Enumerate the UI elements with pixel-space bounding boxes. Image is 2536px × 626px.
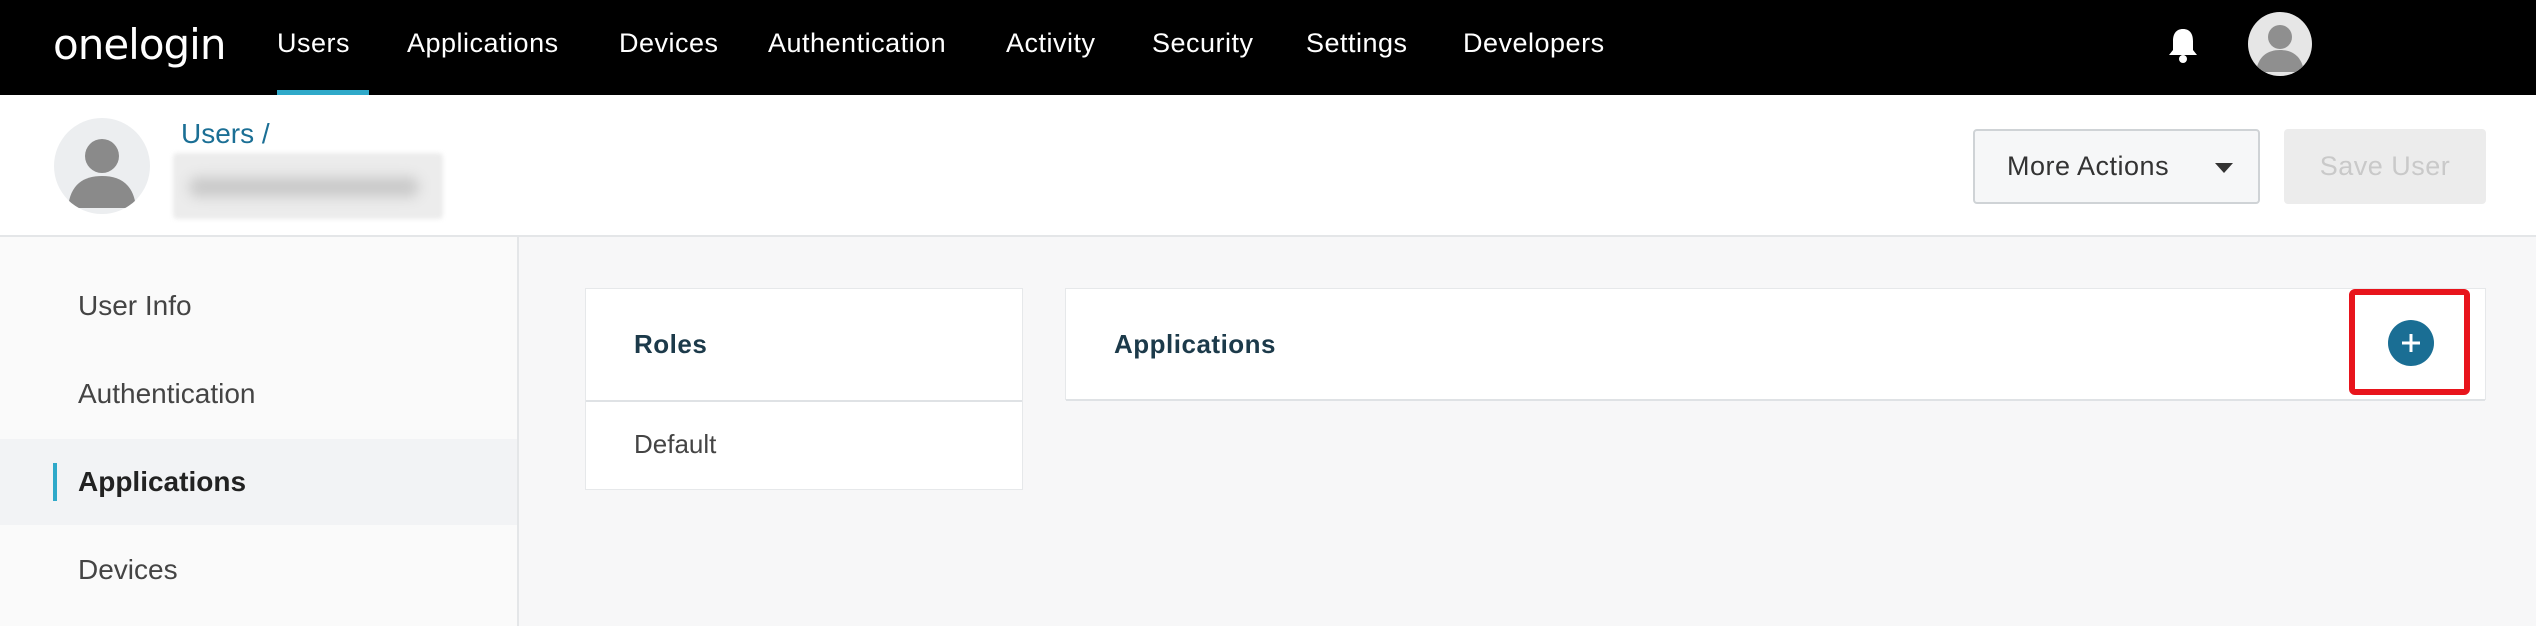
sidebar-item-label: Applications <box>78 466 247 497</box>
onelogin-logo[interactable]: onelogin <box>53 20 226 69</box>
user-sidebar: User Info Authentication Applications De… <box>0 237 519 626</box>
sidebar-item-applications[interactable]: Applications <box>0 439 517 525</box>
sidebar-item-label: User Info <box>78 290 192 321</box>
save-user-button[interactable]: Save User <box>2284 129 2486 204</box>
user-header: Users / More Actions Save User <box>0 95 2536 237</box>
sidebar-item-label: Authentication <box>78 378 256 409</box>
sidebar-item-authentication[interactable]: Authentication <box>0 351 517 437</box>
role-item: Default <box>634 428 717 459</box>
applications-card: Applications <box>1065 288 2486 401</box>
plus-icon <box>2402 334 2420 352</box>
avatar-icon[interactable] <box>2248 12 2312 76</box>
nav-users[interactable]: Users <box>277 28 350 59</box>
sidebar-item-label: Devices <box>78 554 178 585</box>
nav-security[interactable]: Security <box>1152 28 1254 59</box>
add-application-button[interactable] <box>2388 320 2434 366</box>
nav-settings[interactable]: Settings <box>1306 28 1408 59</box>
sidebar-item-user-info[interactable]: User Info <box>0 263 517 349</box>
roles-title: Roles <box>634 329 708 359</box>
bell-icon[interactable] <box>2166 25 2200 65</box>
nav-developers[interactable]: Developers <box>1463 28 1605 59</box>
user-avatar-icon <box>54 118 150 214</box>
breadcrumb-users[interactable]: Users / <box>181 118 270 150</box>
more-actions-button[interactable]: More Actions <box>1973 129 2260 204</box>
nav-activity[interactable]: Activity <box>1006 28 1096 59</box>
user-name-redacted <box>173 153 443 219</box>
applications-title: Applications <box>1114 328 1277 359</box>
sidebar-item-devices[interactable]: Devices <box>0 527 517 613</box>
roles-card: Roles Default <box>585 288 1023 490</box>
nav-applications[interactable]: Applications <box>407 28 559 59</box>
divider <box>1066 399 2485 401</box>
caret-down-icon <box>2215 163 2233 173</box>
top-navigation: onelogin Users Applications Devices Auth… <box>0 0 2536 95</box>
nav-authentication[interactable]: Authentication <box>768 28 946 59</box>
more-actions-label: More Actions <box>2007 151 2170 181</box>
nav-devices[interactable]: Devices <box>619 28 719 59</box>
active-indicator <box>53 463 57 501</box>
